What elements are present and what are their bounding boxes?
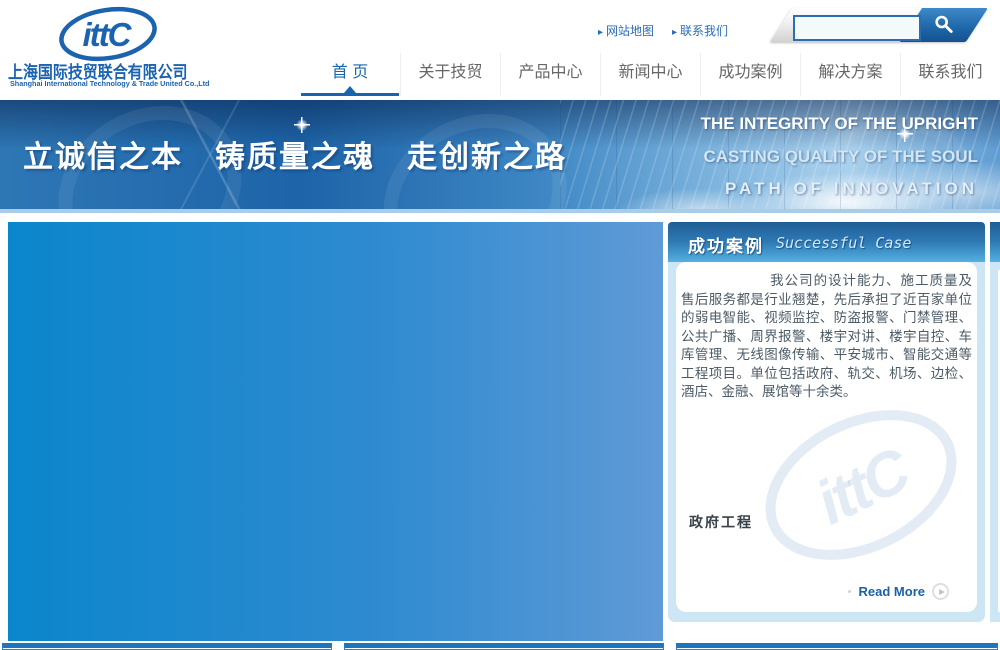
partial-panel-edge <box>990 222 1000 622</box>
nav-item-label: 关于技贸 <box>418 64 482 81</box>
main-feature-area <box>8 222 663 641</box>
bottom-section-left <box>2 643 332 650</box>
bullet-dot-icon <box>848 590 851 593</box>
logo-text: ittC <box>83 16 133 53</box>
read-more-label: Read More <box>859 584 925 599</box>
active-tab-triangle-icon <box>344 86 356 93</box>
success-case-title-cn: 成功案例 <box>688 232 764 257</box>
case-item-government-link[interactable]: 政府工程 <box>689 512 753 532</box>
banner-slogan-en-line1: THE INTEGRITY OF THE UPRIGHT <box>701 114 978 134</box>
nav-item-news[interactable]: 新闻中心 <box>600 53 700 96</box>
partial-panel-body <box>990 262 1000 622</box>
bottom-section-middle <box>344 643 664 650</box>
bottom-section-right <box>676 643 998 650</box>
success-case-body: ittC 我公司的设计能力、施工质量及售后服务都是行业翘楚，先后承担了近百家单位… <box>676 262 977 612</box>
search-input[interactable] <box>793 15 921 41</box>
read-more-link[interactable]: Read More <box>848 583 949 600</box>
page: ittC 上海国际技贸联合有限公司 Shanghai International… <box>0 0 1000 650</box>
sitemap-link[interactable]: ▸网站地图 <box>598 22 654 39</box>
contact-link[interactable]: ▸联系我们 <box>672 22 728 39</box>
banner-bottom-strip <box>0 209 1000 213</box>
nav-item-products[interactable]: 产品中心 <box>500 53 600 96</box>
partial-panel-header <box>990 222 1000 262</box>
play-circle-icon <box>932 583 949 600</box>
success-case-panel: 成功案例 Successful Case ittC 我公司的设计能力、施工质量及… <box>668 222 985 622</box>
banner-slogan-cn: 立诚信之本 铸质量之魂 走创新之路 <box>23 132 567 176</box>
arrow-right-icon: ▸ <box>598 27 603 38</box>
arrow-right-icon: ▸ <box>672 27 677 38</box>
nav-item-solutions[interactable]: 解决方案 <box>800 53 900 96</box>
panel-watermark-text: ittC <box>806 434 922 538</box>
banner-slogan-en-line3: PATH OF INNOVATION <box>725 179 978 199</box>
success-case-header: 成功案例 Successful Case <box>668 222 985 262</box>
nav-item-cases[interactable]: 成功案例 <box>700 53 800 96</box>
success-case-title-en: Successful Case <box>776 234 911 252</box>
nav-item-about[interactable]: 关于技贸 <box>400 53 500 96</box>
nav-item-label: 首 页 <box>332 64 368 81</box>
hero-banner: 立诚信之本 铸质量之魂 走创新之路 THE INTEGRITY OF THE U… <box>0 100 1000 209</box>
contact-link-label: 联系我们 <box>680 24 728 38</box>
nav-item-label: 联系我们 <box>918 64 982 81</box>
nav-item-contact[interactable]: 联系我们 <box>900 53 1000 96</box>
search-bar <box>757 8 989 42</box>
nav-item-label: 解决方案 <box>818 64 882 81</box>
nav-item-label: 新闻中心 <box>618 64 682 81</box>
sitemap-link-label: 网站地图 <box>606 24 654 38</box>
nav-item-label: 产品中心 <box>518 64 582 81</box>
success-case-intro: 我公司的设计能力、施工质量及售后服务都是行业翘楚，先后承担了近百家单位的弱电智能… <box>681 272 972 402</box>
nav-item-label: 成功案例 <box>718 64 782 81</box>
company-name-en: Shanghai International Technology & Trad… <box>10 79 209 88</box>
nav-item-home[interactable]: 首 页 <box>300 53 400 96</box>
banner-slogan-en-line2: CASTING QUALITY OF THE SOUL <box>703 147 978 167</box>
company-logo-icon: ittC <box>56 6 160 62</box>
main-navigation: 首 页 关于技贸 产品中心 新闻中心 成功案例 解决方案 联系我们 <box>300 53 1000 96</box>
